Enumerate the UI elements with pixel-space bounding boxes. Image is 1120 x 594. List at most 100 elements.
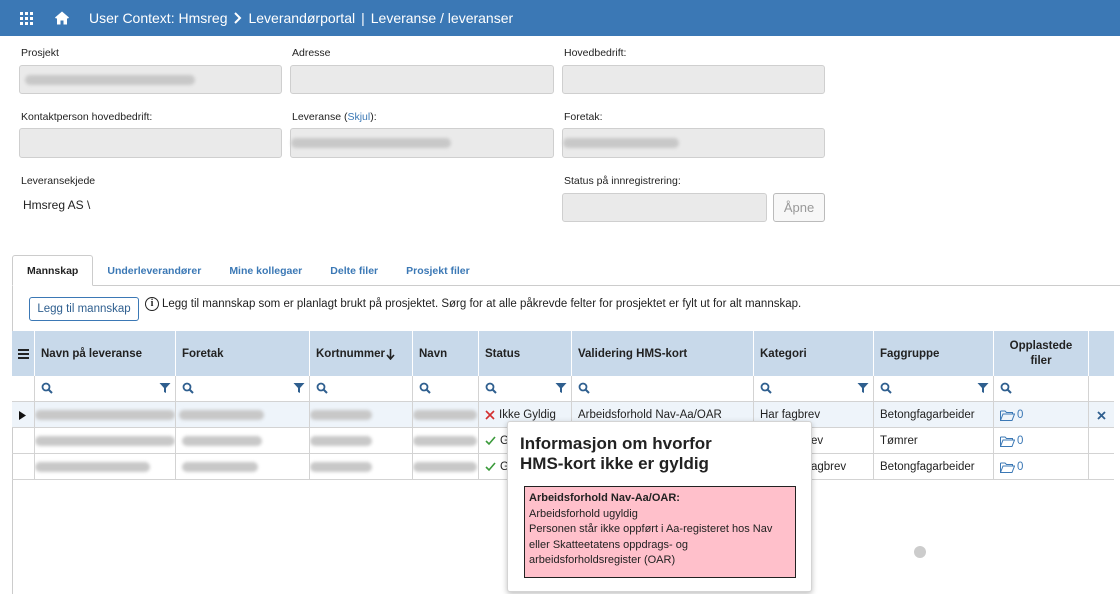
error-line: Personen står ikke oppført i Aa-register… xyxy=(529,523,773,535)
files-link[interactable]: 0 xyxy=(1000,435,1023,447)
tab-delte-filer[interactable]: Delte filer xyxy=(316,255,392,286)
cell-navn xyxy=(413,428,479,454)
search-icon[interactable] xyxy=(760,382,772,394)
col-opplastede-line1: Opplastede xyxy=(1009,339,1073,352)
row-expander[interactable] xyxy=(12,402,35,428)
filter-cell-empty xyxy=(1089,376,1114,402)
info-icon: i xyxy=(145,297,159,311)
tab-prosjekt-filer[interactable]: Prosjekt filer xyxy=(392,255,484,286)
files-link[interactable]: 0 xyxy=(1000,461,1023,473)
search-icon[interactable] xyxy=(1000,382,1012,394)
top-bar: User Context: Hmsreg Leverandørportal | … xyxy=(0,0,1120,36)
search-icon[interactable] xyxy=(419,382,431,394)
cell-actions xyxy=(1089,454,1114,480)
column-menu[interactable] xyxy=(12,331,35,376)
redacted-value xyxy=(310,410,372,420)
menu-icon[interactable] xyxy=(17,348,29,359)
search-icon[interactable] xyxy=(485,382,497,394)
row-expander[interactable] xyxy=(12,428,35,454)
add-crew-button[interactable]: Legg til mannskap xyxy=(29,297,139,321)
filter-faggruppe[interactable] xyxy=(874,376,994,402)
prosjekt-field xyxy=(19,65,282,94)
leveransekjede-label: Leveransekjede xyxy=(21,175,96,187)
filter-icon[interactable] xyxy=(977,382,989,394)
loading-dot xyxy=(914,546,926,558)
cell-navn-leveranse xyxy=(35,428,176,454)
redacted-value xyxy=(310,462,372,472)
expand-arrow-icon[interactable] xyxy=(19,410,26,420)
cell-faggruppe: Betongfagarbeider xyxy=(874,402,994,428)
filter-cell-empty xyxy=(12,376,35,402)
col-opplastede-filer[interactable]: Opplastede filer xyxy=(994,331,1089,376)
filter-opplastede[interactable] xyxy=(994,376,1089,402)
chevron-right-icon xyxy=(234,12,242,24)
leveranse-field xyxy=(290,128,554,158)
kontaktperson-label: Kontaktperson hovedbedrift: xyxy=(21,111,153,123)
cell-files[interactable]: 0 xyxy=(994,402,1089,428)
skjul-link[interactable]: Skjul xyxy=(347,111,370,123)
files-count: 0 xyxy=(1017,435,1024,447)
search-icon[interactable] xyxy=(578,382,590,394)
redacted-value xyxy=(291,138,451,148)
filter-navn[interactable] xyxy=(413,376,479,402)
col-validering[interactable]: Validering HMS-kort xyxy=(572,331,754,376)
filter-kortnummer[interactable] xyxy=(310,376,413,402)
cell-faggruppe: Betongfagarbeider xyxy=(874,454,994,480)
error-line: eller Skatteetatens oppdrags- og xyxy=(529,538,688,551)
tab-mannskap[interactable]: Mannskap xyxy=(12,255,94,286)
foretak-label: Foretak: xyxy=(564,111,603,123)
filter-icon[interactable] xyxy=(159,382,171,394)
home-icon[interactable] xyxy=(54,10,70,26)
filter-foretak[interactable] xyxy=(176,376,310,402)
search-icon[interactable] xyxy=(880,382,892,394)
breadcrumb-portal[interactable]: Leverandørportal xyxy=(248,10,355,26)
col-faggruppe[interactable]: Faggruppe xyxy=(874,331,994,376)
cell-actions xyxy=(1089,428,1114,454)
col-foretak[interactable]: Foretak xyxy=(176,331,310,376)
redacted-value xyxy=(413,436,477,446)
search-icon[interactable] xyxy=(316,382,328,394)
col-kategori[interactable]: Kategori xyxy=(754,331,874,376)
row-expander[interactable] xyxy=(12,454,35,480)
apps-grid-icon[interactable] xyxy=(20,12,33,25)
breadcrumb-context[interactable]: User Context: Hmsreg xyxy=(89,10,227,26)
col-opplastede-line2: filer xyxy=(1030,354,1052,367)
filter-icon[interactable] xyxy=(293,382,305,394)
col-kortnummer[interactable]: Kortnummer xyxy=(310,331,413,376)
filter-navn-leveranse[interactable] xyxy=(35,376,176,402)
search-icon[interactable] xyxy=(182,382,194,394)
tooltip-error-box: Arbeidsforhold Nav-Aa/OAR: Arbeidsforhol… xyxy=(524,486,796,578)
tab-mine-kollegaer[interactable]: Mine kollegaer xyxy=(215,255,316,286)
tab-underleverandorer[interactable]: Underleverandører xyxy=(93,255,215,286)
adresse-field xyxy=(290,65,554,94)
valid-check-icon xyxy=(485,436,496,446)
search-icon[interactable] xyxy=(41,382,53,394)
filter-icon[interactable] xyxy=(555,382,567,394)
filter-validering[interactable] xyxy=(572,376,754,402)
redacted-value xyxy=(413,462,477,472)
files-link[interactable]: 0 xyxy=(1000,409,1023,421)
leveranse-label: Leveranse (Skjul): xyxy=(292,111,377,123)
cell-navn xyxy=(413,454,479,480)
cell-navn xyxy=(413,402,479,428)
filter-icon[interactable] xyxy=(857,382,869,394)
cell-faggruppe: Tømrer xyxy=(874,428,994,454)
redacted-value xyxy=(35,462,150,472)
col-status[interactable]: Status xyxy=(479,331,572,376)
folder-icon xyxy=(1000,436,1015,447)
valid-check-icon xyxy=(485,462,496,472)
breadcrumb-separator: | xyxy=(361,10,365,26)
filter-status[interactable] xyxy=(479,376,572,402)
cell-foretak xyxy=(176,402,310,428)
redacted-value xyxy=(310,436,372,446)
status-label: Status på innregistrering: xyxy=(564,175,681,187)
col-navn-leveranse[interactable]: Navn på leveranse xyxy=(35,331,176,376)
folder-icon xyxy=(1000,410,1015,421)
breadcrumb: User Context: Hmsreg Leverandørportal | … xyxy=(89,10,513,26)
remove-icon[interactable] xyxy=(1097,410,1106,420)
cell-files[interactable]: 0 xyxy=(994,428,1089,454)
open-button[interactable]: Åpne xyxy=(773,193,825,222)
cell-files[interactable]: 0 xyxy=(994,454,1089,480)
filter-kategori[interactable] xyxy=(754,376,874,402)
col-navn[interactable]: Navn xyxy=(413,331,479,376)
